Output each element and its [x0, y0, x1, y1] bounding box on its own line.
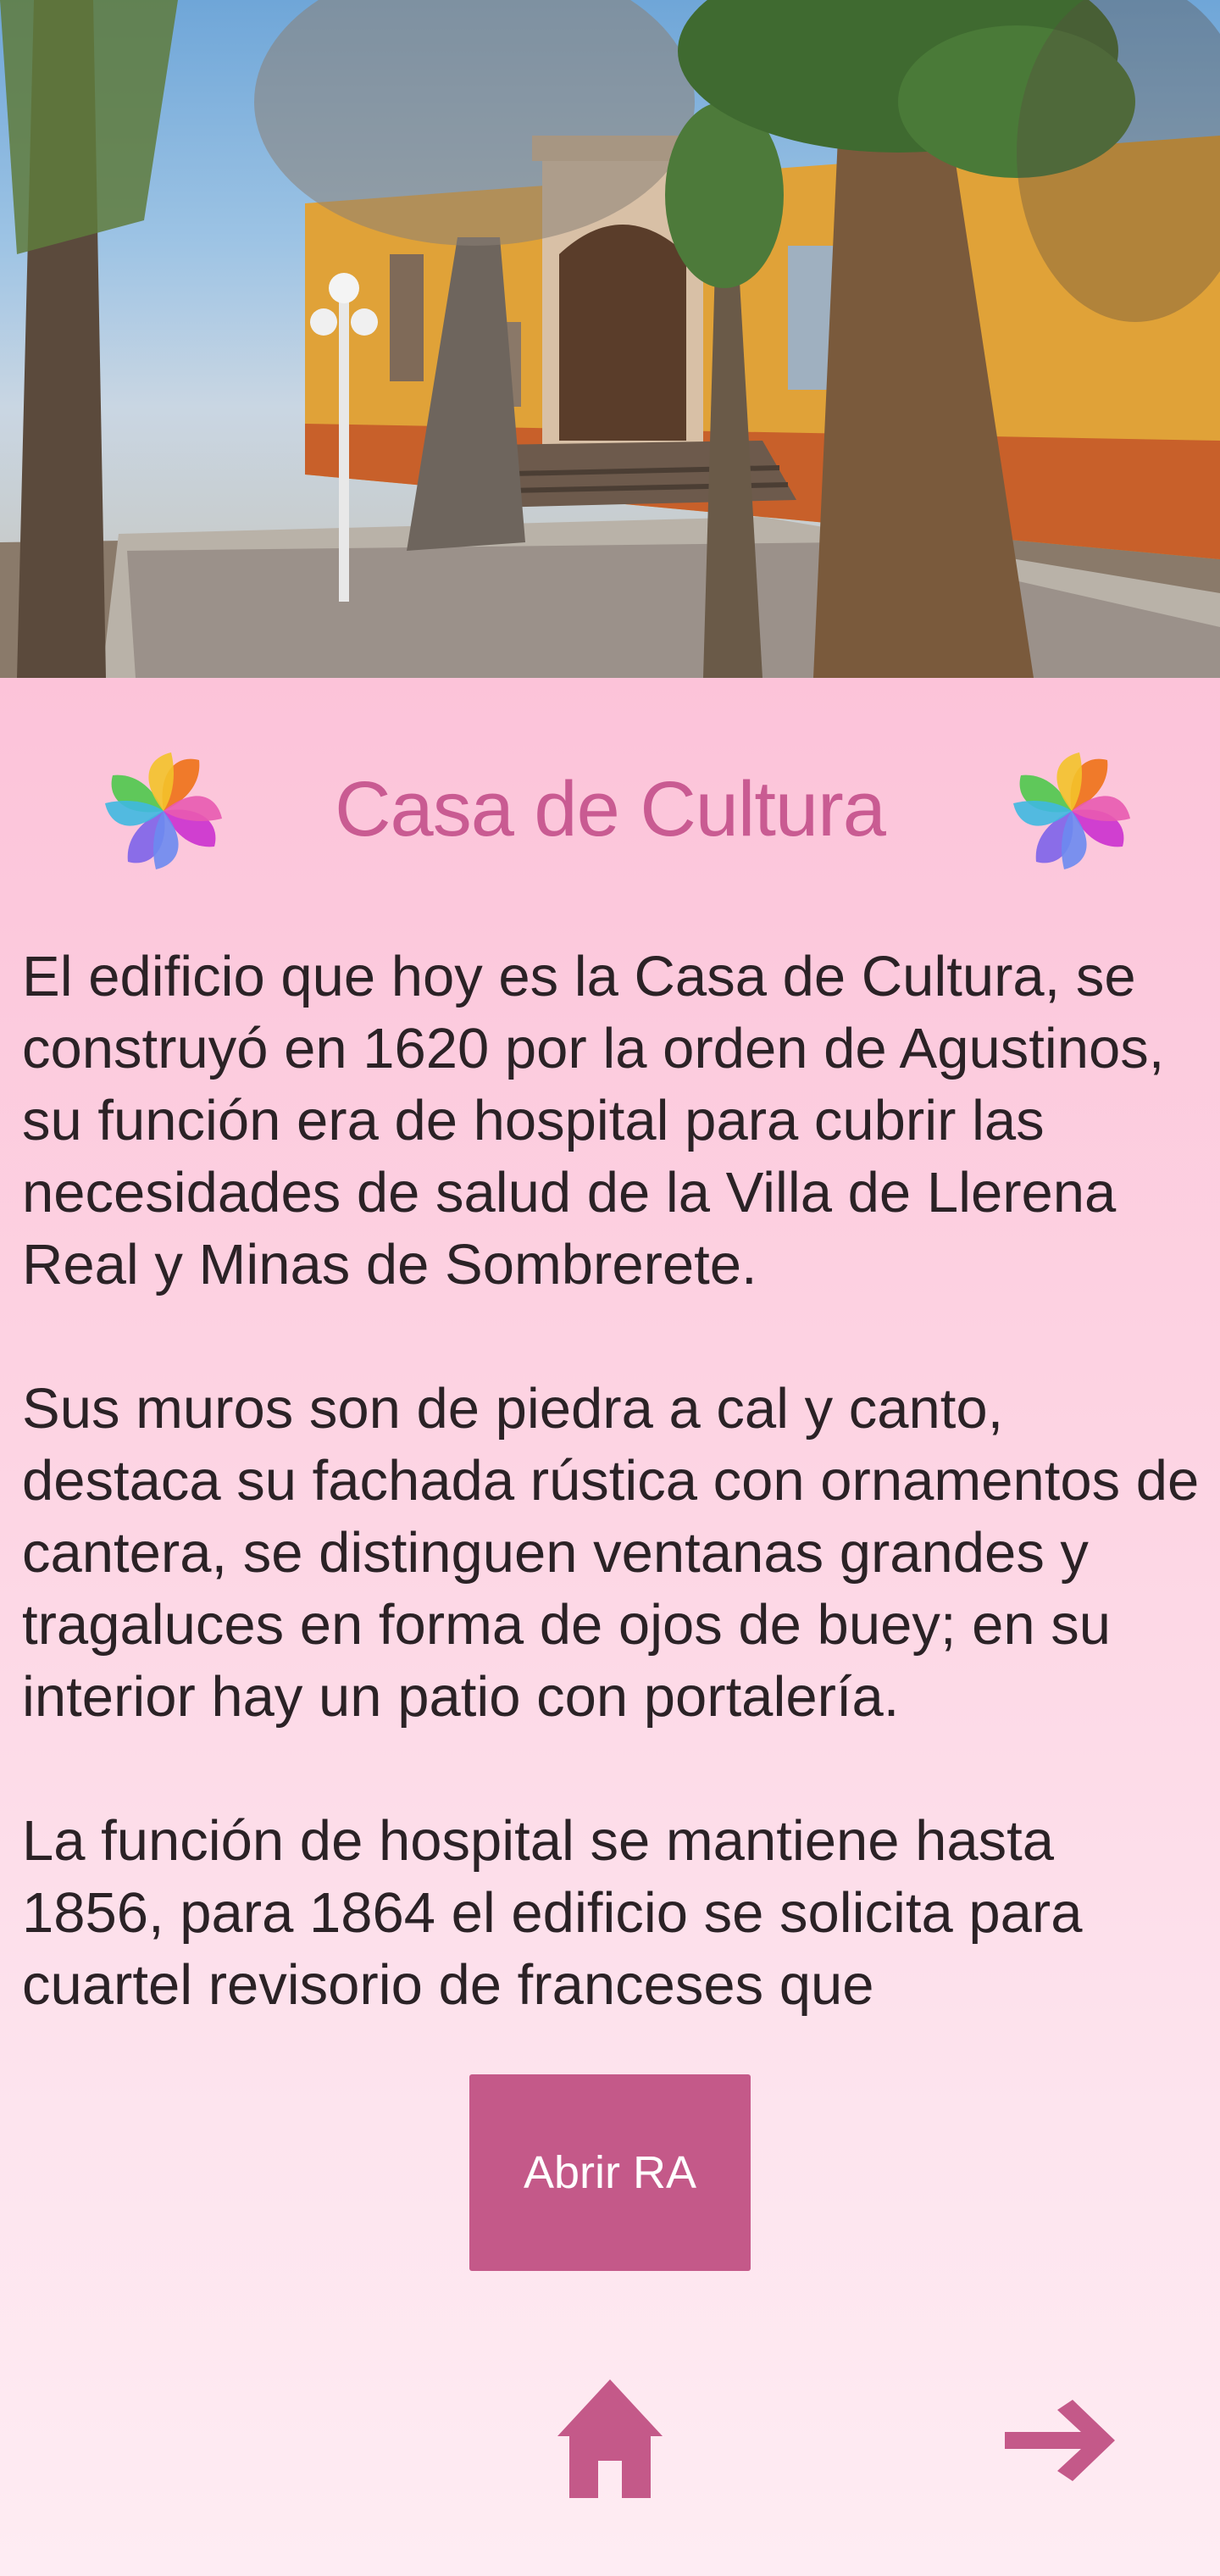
- pinwheel-icon: [105, 752, 222, 869]
- description-paragraph: El edificio que hoy es la Casa de Cultur…: [22, 945, 1165, 1296]
- page-title: Casa de Cultura: [335, 766, 886, 852]
- arrow-right-icon[interactable]: [1000, 2398, 1118, 2483]
- title-row: Casa de Cultura: [0, 729, 1220, 898]
- description-paragraph: Sus muros son de piedra a cal y canto, d…: [22, 1377, 1200, 1729]
- building-illustration: [0, 0, 1220, 678]
- open-ar-button[interactable]: Abrir RA: [469, 2074, 751, 2271]
- home-icon[interactable]: [551, 2373, 669, 2500]
- hero-photo: [0, 0, 1220, 678]
- pinwheel-icon: [1013, 752, 1130, 869]
- description-paragraph: La función de hospital se mantiene hasta…: [22, 1809, 1083, 2017]
- description-scroll-area[interactable]: El edificio que hoy es la Casa de Cultur…: [22, 941, 1200, 2070]
